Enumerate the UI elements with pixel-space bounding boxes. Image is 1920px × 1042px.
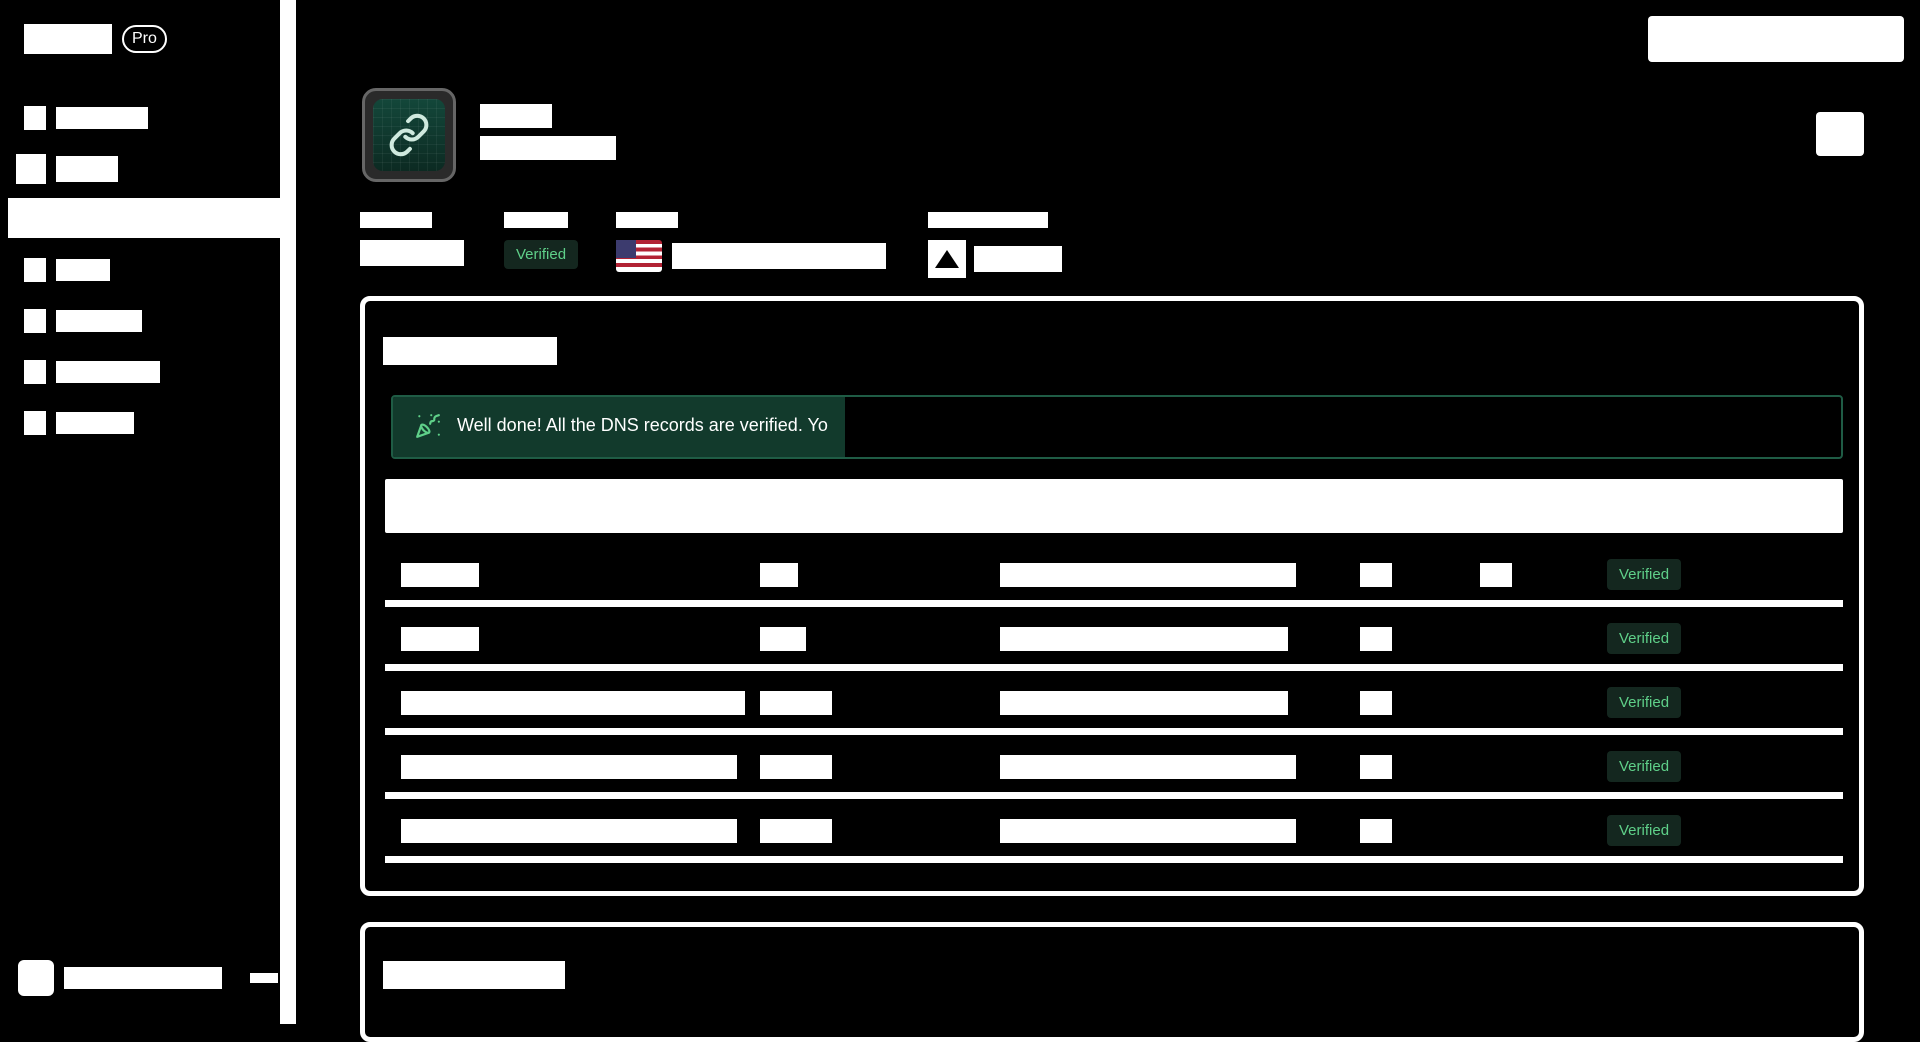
meta-value xyxy=(360,240,464,266)
table-cell xyxy=(1360,691,1392,715)
status-badge: Verified xyxy=(1607,559,1682,590)
status-badge: Verified xyxy=(1607,751,1682,782)
provider-row xyxy=(928,240,1062,278)
table-header xyxy=(385,479,1843,533)
more-options-button[interactable] xyxy=(1816,112,1864,156)
alert-text: Well done! All the DNS records are verif… xyxy=(457,415,828,435)
table-cell xyxy=(760,819,832,843)
row-divider xyxy=(385,664,1843,671)
table-cell xyxy=(1360,819,1392,843)
vercel-icon xyxy=(928,240,966,278)
dns-records-panel: Well done! All the DNS records are verif… xyxy=(360,296,1864,896)
meta-status: Verified xyxy=(504,212,579,269)
key-icon xyxy=(24,308,46,333)
log-icon xyxy=(24,257,46,282)
sidebar-item-6[interactable] xyxy=(0,346,280,397)
table-cell xyxy=(401,819,737,843)
account-switcher[interactable] xyxy=(18,960,278,996)
brand[interactable]: Pro xyxy=(24,24,167,54)
panel-title xyxy=(383,961,565,989)
avatar xyxy=(18,960,54,996)
plan-badge: Pro xyxy=(122,25,167,53)
table-cell xyxy=(760,691,832,715)
sidebar-divider[interactable] xyxy=(280,0,296,1024)
more-icon[interactable] xyxy=(250,973,278,983)
table-cell xyxy=(1360,755,1392,779)
us-flag-icon xyxy=(616,240,662,272)
sidebar-item-1[interactable] xyxy=(0,92,280,143)
row-divider xyxy=(385,728,1843,735)
sidebar-item-label xyxy=(56,411,134,434)
status-badge: Verified xyxy=(504,240,579,269)
meta-created xyxy=(360,212,464,266)
meta-label xyxy=(928,212,1048,228)
table-row: Verified xyxy=(385,671,1843,735)
table-cell xyxy=(401,627,479,651)
status-badge: Verified xyxy=(1607,815,1682,846)
sidebar-item-label xyxy=(56,258,110,281)
table-row: Verified xyxy=(385,543,1843,607)
meta-value xyxy=(672,243,886,269)
meta-label xyxy=(616,212,678,228)
row-divider xyxy=(385,856,1843,863)
table-cell xyxy=(760,563,798,587)
table-cell xyxy=(401,755,737,779)
top-action-button[interactable] xyxy=(1648,16,1904,62)
table-cell xyxy=(1360,563,1392,587)
region-row xyxy=(616,240,886,272)
table-cell xyxy=(1000,627,1288,651)
meta-value xyxy=(974,246,1062,272)
domain-icon xyxy=(362,88,456,182)
mail-icon xyxy=(16,153,46,184)
status-badge: Verified xyxy=(1607,623,1682,654)
row-divider xyxy=(385,600,1843,607)
page-eyebrow xyxy=(480,104,552,128)
meta-label xyxy=(504,212,568,228)
sidebar-item-2[interactable] xyxy=(0,143,280,194)
table-cell xyxy=(1480,563,1512,587)
meta-region xyxy=(616,212,886,272)
sidebar: Pro xyxy=(0,0,280,1024)
sidebar-item-label xyxy=(56,309,142,332)
table-cell xyxy=(1000,819,1296,843)
meta-label xyxy=(360,212,432,228)
table-row: Verified xyxy=(385,799,1843,863)
table-cell xyxy=(760,627,806,651)
table-cell xyxy=(1360,627,1392,651)
sidebar-item-4[interactable] xyxy=(0,244,280,295)
brand-logo[interactable] xyxy=(24,24,112,54)
sidebar-item-3[interactable] xyxy=(8,198,280,238)
status-badge: Verified xyxy=(1607,687,1682,718)
table-cell xyxy=(401,563,479,587)
table-row: Verified xyxy=(385,735,1843,799)
row-divider xyxy=(385,792,1843,799)
account-name xyxy=(64,967,222,989)
gear-icon xyxy=(24,410,46,435)
table-cell xyxy=(760,755,832,779)
table-cell xyxy=(1000,691,1288,715)
webhook-icon xyxy=(24,359,46,384)
domain-title-block xyxy=(480,104,616,168)
square-icon xyxy=(24,105,46,130)
table-row: Verified xyxy=(385,607,1843,671)
link-icon xyxy=(373,99,445,171)
sidebar-item-7[interactable] xyxy=(0,397,280,448)
sidebar-nav xyxy=(0,92,280,448)
table-cell xyxy=(1000,755,1296,779)
settings-panel xyxy=(360,922,1864,1042)
sidebar-item-label xyxy=(56,155,118,182)
sidebar-item-label xyxy=(56,106,148,129)
sidebar-item-5[interactable] xyxy=(0,295,280,346)
panel-title xyxy=(383,337,557,365)
table-cell xyxy=(401,691,745,715)
table-cell xyxy=(1000,563,1296,587)
party-popper-icon xyxy=(416,414,440,438)
meta-provider xyxy=(928,212,1062,278)
sidebar-item-label xyxy=(56,360,160,383)
success-alert: Well done! All the DNS records are verif… xyxy=(391,395,1843,459)
page-title xyxy=(480,136,616,160)
